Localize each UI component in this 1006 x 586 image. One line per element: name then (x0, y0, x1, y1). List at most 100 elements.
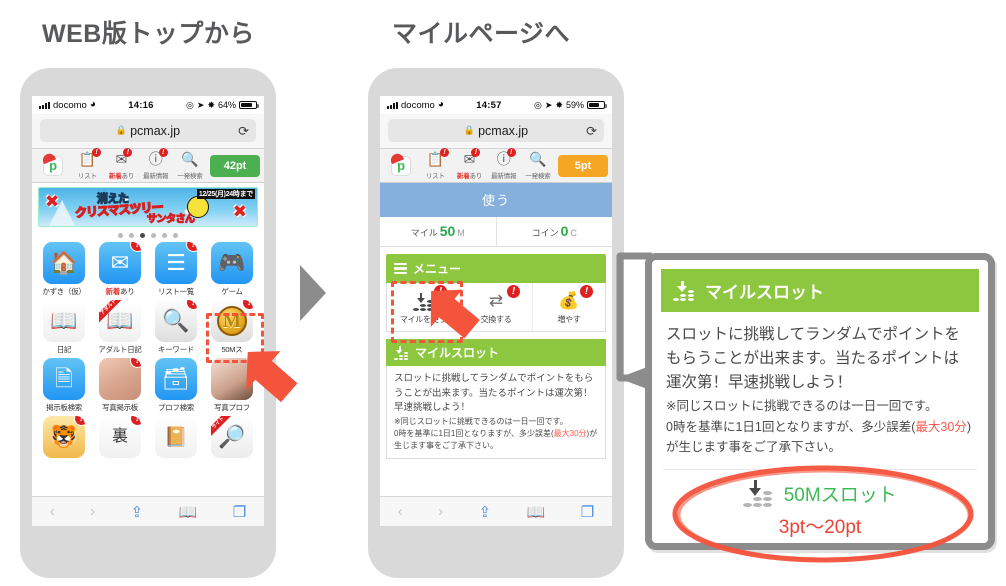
toolbar-label: 新着あり (104, 170, 138, 180)
balance-row: マイル 50 M コイン 0 C (380, 217, 612, 247)
toolbar-item-new[interactable]: ✉! 新着あり (104, 148, 138, 180)
share-icon[interactable]: ⇪ (479, 503, 492, 521)
menu-item-increase[interactable]: 💰 増やす ! (532, 283, 605, 331)
banner-x-mark-1: ✖ (45, 192, 60, 211)
app-cell-light-search[interactable]: ライト 🔎 (206, 416, 258, 458)
reload-icon[interactable]: ⟳ (238, 124, 249, 137)
toolbar-item-new[interactable]: ✉! 新着あり (452, 148, 486, 180)
toolbar-label: 最新情報 (491, 173, 517, 180)
app-cell-adult-diary[interactable]: アダルト 📖 アダルト日記 (94, 300, 146, 355)
points-button[interactable]: 42pt (210, 154, 261, 177)
share-icon[interactable]: ⇪ (131, 503, 144, 521)
slot-panel: マイルスロット スロットに挑戦してランダムでポイントをもらうことが出来ます。当た… (386, 339, 606, 460)
phone1-address-bar[interactable]: 🔒 pcmax.jp ⟳ (40, 119, 256, 142)
bookmarks-icon[interactable]: 📖 (179, 503, 198, 521)
list-icon: 📋! (427, 148, 450, 167)
carousel-dot[interactable] (118, 233, 123, 238)
app-cell-photo-board[interactable]: ! 写真掲示板 (94, 358, 146, 413)
forward-icon[interactable]: › (90, 503, 95, 520)
navigation-icon: ➤ (196, 99, 205, 110)
menu-title: メニュー (413, 262, 462, 276)
back-icon[interactable]: ‹ (398, 503, 403, 520)
back-icon[interactable]: ‹ (50, 503, 55, 520)
toolbar-item-list[interactable]: 📋! リスト (70, 148, 104, 180)
tabs-icon[interactable]: ❐ (581, 503, 594, 521)
app-cell-diary[interactable]: 📖 日記 (38, 300, 90, 355)
toolbar-item-news[interactable]: ⓘ! 最新情報 (139, 148, 173, 180)
app-label: 掲示板検索 (46, 403, 82, 412)
clock-label: 14:16 (128, 99, 154, 111)
home-icon: 🏠 (43, 242, 85, 284)
toolbar-item-search[interactable]: 🔍 一発検索 (521, 151, 555, 180)
carousel-dot-active[interactable] (140, 233, 145, 238)
app-cell-tiger[interactable]: 🐯! (38, 416, 90, 458)
badge: ! (158, 148, 168, 157)
lock-icon: 🔒 (463, 125, 476, 135)
tabs-icon[interactable]: ❐ (233, 503, 246, 521)
badge: ! (471, 148, 481, 157)
lock-icon: 🔒 (115, 125, 128, 135)
toolbar-item-search[interactable]: 🔍 一発検索 (173, 151, 207, 180)
badge: ! (440, 148, 450, 157)
phone2-safari-toolbar: ‹ › ⇪ 📖 ❐ (380, 496, 612, 526)
app-cell-home[interactable]: 🏠 かずき（仮） (38, 242, 90, 297)
toolbar-item-news[interactable]: ⓘ! 最新情報 (487, 148, 521, 180)
slot-panel-header: マイルスロット (386, 339, 606, 366)
magnifier-icon: 🔍! (155, 300, 197, 342)
coin-stack-icon (394, 345, 409, 360)
location-icon: ◎ (186, 99, 194, 110)
carousel-dot[interactable] (129, 233, 134, 238)
app-cell-new-mail[interactable]: ✉! 新着あり (94, 242, 146, 297)
toolbar-label-hot: 新着 (456, 173, 470, 180)
app-cell-profile-search[interactable]: 🗃 プロフ検索 (150, 358, 202, 413)
toolbar-label: リスト (77, 173, 97, 180)
app-cell-list[interactable]: ☰! リスト一覧 (150, 242, 202, 297)
hamburger-icon (394, 261, 407, 277)
use-section-header: 使う (380, 183, 612, 217)
slot-note-1: ※同じスロットに挑戦できるのは一日一回です。 (394, 417, 568, 427)
search-icon: 🔍 (181, 151, 199, 167)
caption-right: マイルページへ (392, 20, 571, 48)
app-label: 写真掲示板 (102, 403, 138, 412)
ribbon-label: アダルト (99, 300, 126, 325)
app-label: 新着あり (94, 286, 146, 297)
toolbar-label: 最新情報 (143, 173, 169, 180)
carousel-dots[interactable] (32, 227, 264, 242)
app-cell-board-search[interactable]: 🗎 掲示板検索 (38, 358, 90, 413)
badge: ! (123, 148, 133, 157)
points-button[interactable]: 5pt (558, 154, 609, 177)
profile-search-icon: 🗃 (155, 358, 197, 400)
promo-banner[interactable]: ✖ ✖ 12/25(月)24時まで 消えた クリスマスツリー サンタさん (38, 187, 258, 227)
toolbar-label-rest: あり (121, 173, 135, 180)
slot-note-2a: 0時を基準に1日1回となりますが、多少誤差( (394, 429, 554, 439)
reload-icon[interactable]: ⟳ (586, 124, 597, 137)
banner-x-mark-2: ✖ (232, 202, 247, 221)
carousel-dot[interactable] (173, 233, 178, 238)
app-cell-keyword[interactable]: 🔍! キーワード (150, 300, 202, 355)
app-label: かずき（仮） (42, 287, 86, 296)
app-label: プロフ検索 (158, 403, 194, 412)
site-logo[interactable]: p (384, 155, 418, 176)
phone2-address-bar[interactable]: 🔒 pcmax.jp ⟳ (388, 119, 604, 142)
bookmarks-icon[interactable]: 📖 (527, 503, 546, 521)
mail-icon: ✉! (464, 148, 481, 167)
carousel-dot[interactable] (162, 233, 167, 238)
menu-panel-header: メニュー (386, 254, 606, 283)
app-cell-game[interactable]: 🎮 ゲーム (206, 242, 258, 297)
carousel-dot[interactable] (151, 233, 156, 238)
phone1-status-bar: docomo ◕ 14:16 ◎ ➤ ✸ 64% (32, 96, 264, 114)
balance-value: 50 (439, 223, 456, 239)
caption-left: WEB版トップから (42, 20, 255, 48)
badge: ! (187, 300, 197, 309)
badge: ! (131, 416, 141, 425)
toolbar-label-hot: 新着 (108, 173, 122, 180)
balance-coin: コイン 0 C (495, 217, 613, 246)
app-cell-green-book[interactable]: 📔 (150, 416, 202, 458)
forward-icon[interactable]: › (438, 503, 443, 520)
carrier-label: docomo (401, 99, 435, 111)
app-cell-ura-profile[interactable]: 裏! (94, 416, 146, 458)
toolbar-item-list[interactable]: 📋! リスト (418, 148, 452, 180)
book-icon: 📖 (43, 300, 85, 342)
site-logo[interactable]: p (36, 155, 70, 176)
url-host: pcmax.jp (130, 123, 181, 138)
